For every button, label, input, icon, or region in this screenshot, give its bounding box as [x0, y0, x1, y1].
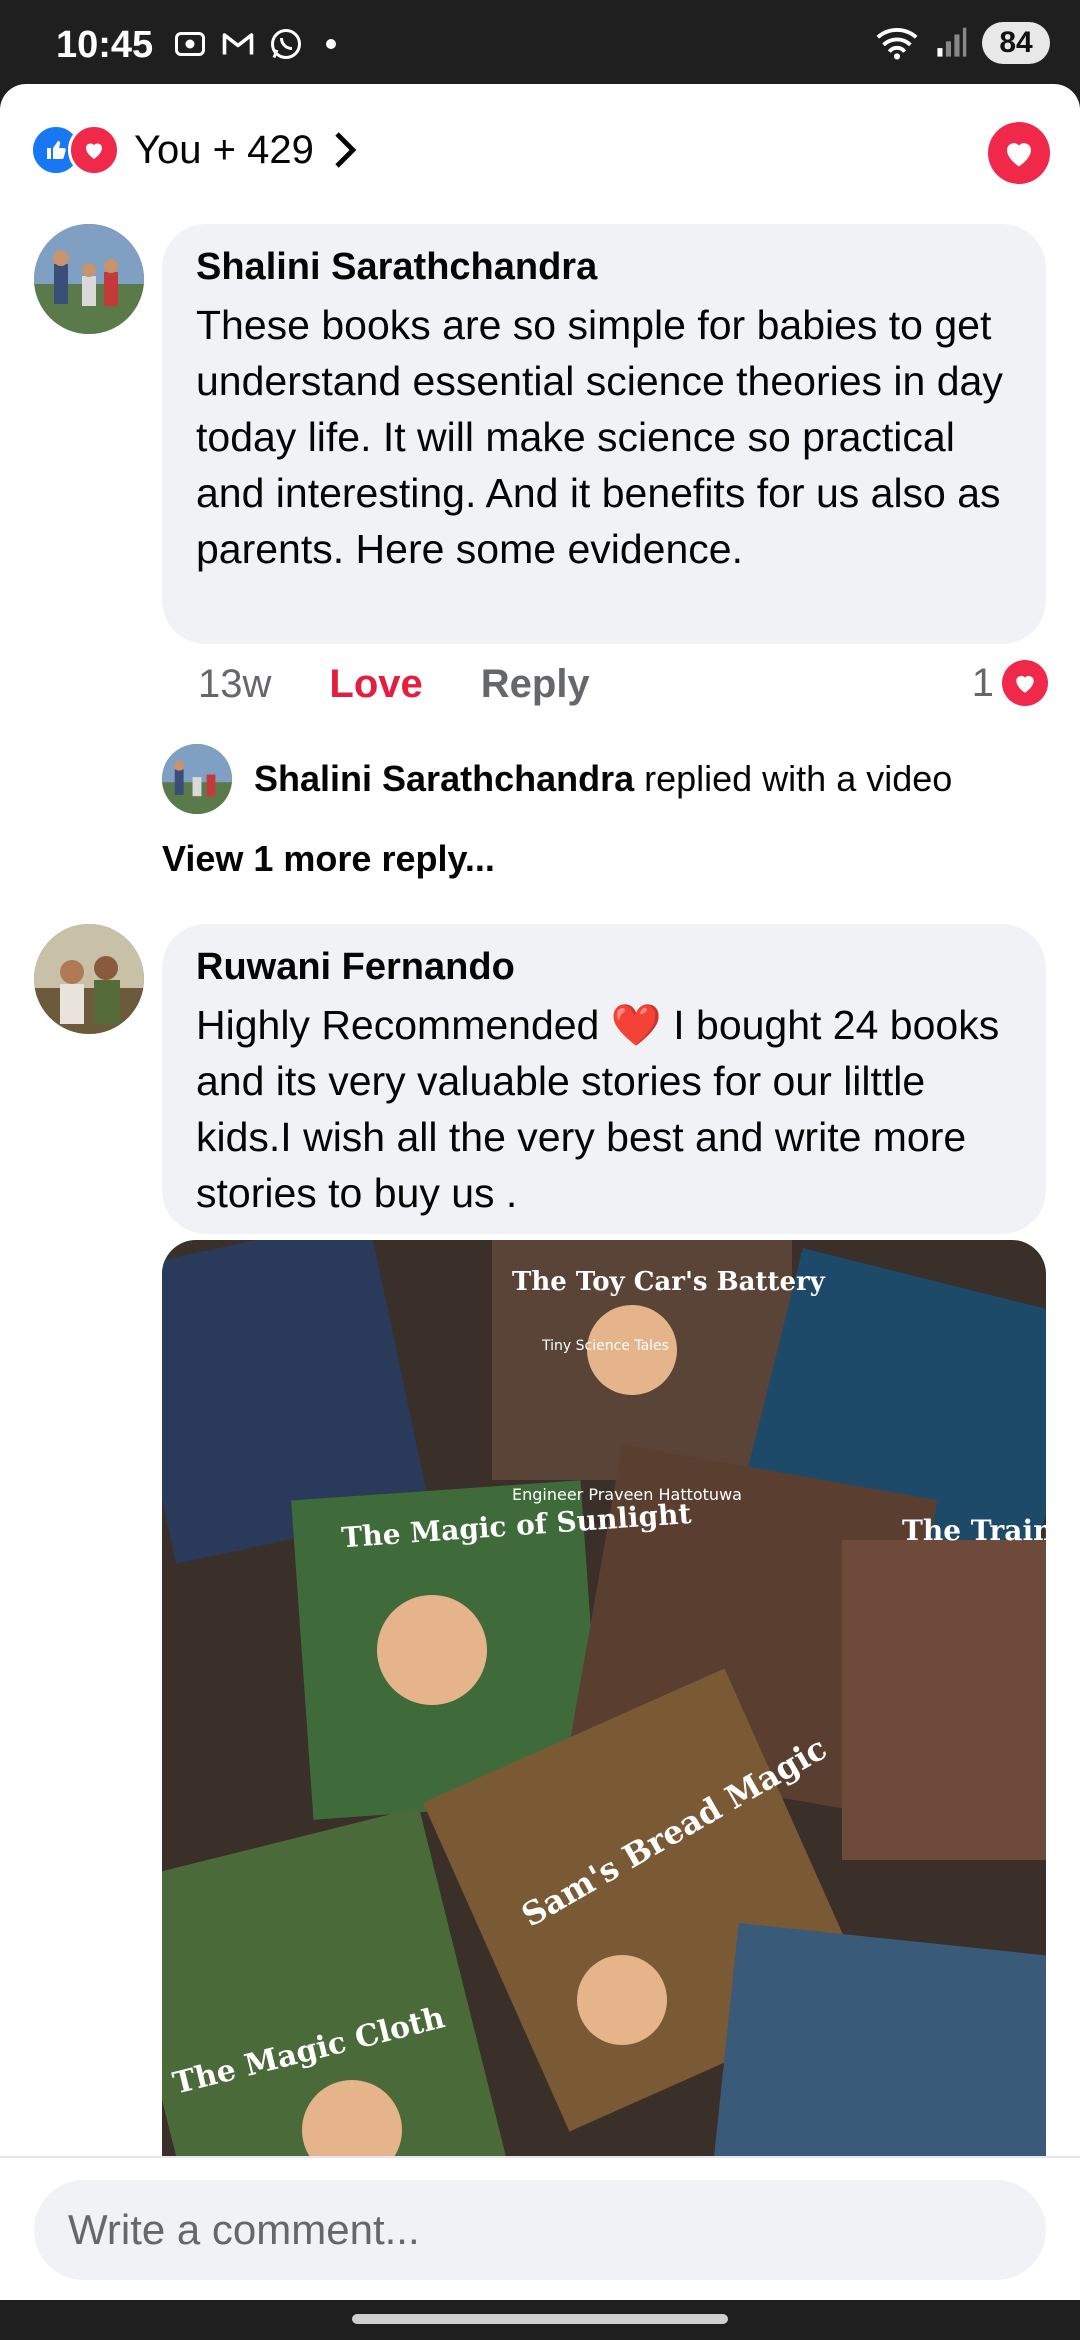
navigation-bar — [0, 2300, 1080, 2340]
battery-indicator: 84 — [982, 22, 1050, 64]
heart-icon — [1007, 143, 1031, 167]
comment-bubble[interactable]: Shalini Sarathchandra These books are so… — [162, 224, 1046, 644]
comment-actions: 13w Love Reply — [198, 662, 590, 707]
book-author-label: Engineer Praveen Hattotuwa — [512, 1485, 742, 1504]
reaction-summary[interactable]: You + 429 — [30, 124, 358, 176]
love-reaction-icon — [68, 124, 120, 176]
comments-sheet: You + 429 Shalini Sarathchandra These bo… — [0, 84, 1080, 2300]
reply-avatar — [162, 744, 232, 814]
home-gesture-handle[interactable] — [352, 2314, 728, 2324]
view-more-replies-link[interactable]: View 1 more reply... — [162, 838, 495, 880]
more-notifications-dot — [326, 39, 336, 49]
series-label: Tiny Science Tales — [541, 1338, 669, 1354]
comment-photo[interactable]: The Toy Car's Battery The Magic of Sunli… — [162, 1240, 1046, 2240]
heart-emoji: ❤️ — [610, 1002, 662, 1048]
whatsapp-icon — [271, 29, 301, 59]
reaction-count-number: 1 — [971, 660, 994, 705]
comment-author[interactable]: Ruwani Fernando — [196, 946, 1012, 989]
love-heart-button[interactable] — [988, 122, 1050, 184]
reaction-count: You + 429 — [134, 127, 314, 172]
comment-author[interactable]: Shalini Sarathchandra — [196, 246, 1012, 289]
status-bar: 10:45 84 — [0, 0, 1080, 84]
screenshot-icon — [175, 32, 205, 56]
avatar-ruwani[interactable] — [34, 924, 144, 1034]
gmail-icon — [222, 33, 254, 55]
comment-timestamp[interactable]: 13w — [198, 662, 271, 707]
signal-icon — [937, 27, 967, 57]
reply-button[interactable]: Reply — [481, 662, 590, 707]
comment-input[interactable] — [34, 2180, 1046, 2280]
comment-reaction-count[interactable]: 1 — [972, 660, 1048, 706]
comment-text: These books are so simple for babies to … — [196, 302, 1003, 572]
book-title: The Toy Car's Battery — [512, 1267, 826, 1297]
comment-text: Highly Recommended ❤️ I bought 24 books … — [196, 997, 1012, 1221]
wifi-icon — [876, 28, 918, 60]
reply-preview[interactable]: Shalini Sarathchandra replied with a vid… — [162, 744, 952, 814]
love-button[interactable]: Love — [329, 662, 422, 707]
avatar-shalini[interactable] — [34, 224, 144, 334]
comment-composer — [0, 2156, 1080, 2300]
comment-bubble[interactable]: Ruwani Fernando Highly Recommended ❤️ I … — [162, 924, 1046, 1234]
love-reaction-icon — [1002, 660, 1048, 706]
notification-icons — [172, 26, 336, 62]
status-time: 10:45 — [56, 24, 154, 66]
book-title: The Train — [902, 1514, 1046, 1547]
reply-author: Shalini Sarathchandra — [254, 758, 635, 799]
system-icons: 84 — [874, 22, 1050, 64]
chevron-right-icon — [335, 132, 357, 168]
comment-text-start: Highly Recommended — [196, 1002, 600, 1048]
reply-description: replied with a video — [644, 758, 953, 799]
